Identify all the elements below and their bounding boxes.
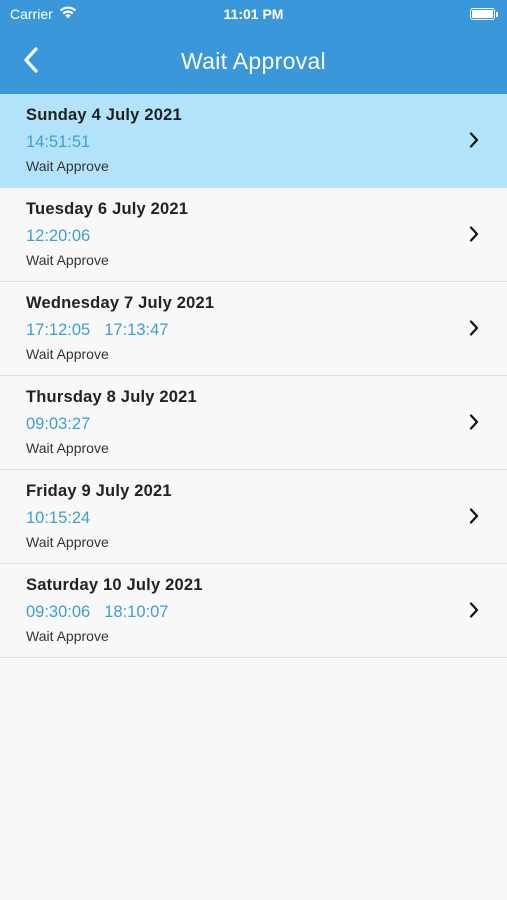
item-time: 12:20:06 (26, 227, 91, 245)
chevron-right-icon (467, 412, 481, 432)
chevron-left-icon (24, 47, 38, 73)
back-button[interactable] (16, 45, 46, 75)
item-date: Tuesday 6 July 2021 (26, 200, 189, 218)
item-date: Friday 9 July 2021 (26, 482, 172, 500)
list-item[interactable]: Wednesday 7 July 2021 17:12:05 17:13:47 … (0, 282, 507, 376)
item-date: Thursday 8 July 2021 (26, 388, 197, 406)
list-item[interactable]: Friday 9 July 2021 10:15:24 Wait Approve (0, 470, 507, 564)
wifi-icon (59, 6, 77, 22)
item-status: Wait Approve (26, 440, 109, 456)
list-item[interactable]: Thursday 8 July 2021 09:03:27 Wait Appro… (0, 376, 507, 470)
item-status: Wait Approve (26, 346, 109, 362)
item-time: 09:03:27 (26, 415, 91, 433)
item-status: Wait Approve (26, 534, 109, 550)
item-times: 10:15:24 (26, 509, 481, 528)
list-item[interactable]: Tuesday 6 July 2021 12:20:06 Wait Approv… (0, 188, 507, 282)
item-time: 10:15:24 (26, 509, 91, 527)
item-time: 18:10:07 (104, 603, 169, 621)
item-date: Sunday 4 July 2021 (26, 106, 182, 124)
status-bar-left: Carrier (10, 6, 77, 22)
item-time: 17:12:05 (26, 321, 91, 339)
item-status: Wait Approve (26, 158, 109, 174)
navigation-bar: Wait Approval (0, 28, 507, 94)
item-times: 12:20:06 (26, 227, 481, 246)
battery-icon (470, 8, 498, 20)
item-status: Wait Approve (26, 252, 109, 268)
page-title: Wait Approval (181, 47, 326, 74)
item-time: 17:13:47 (104, 321, 169, 339)
item-times: 09:30:06 18:10:07 (26, 603, 481, 622)
list-item[interactable]: Sunday 4 July 2021 14:51:51 Wait Approve (0, 94, 507, 188)
status-bar: Carrier 11:01 PM (0, 0, 507, 28)
list-item[interactable]: Saturday 10 July 2021 09:30:06 18:10:07 … (0, 564, 507, 658)
chevron-right-icon (467, 224, 481, 244)
item-times: 14:51:51 (26, 133, 481, 152)
item-times: 09:03:27 (26, 415, 481, 434)
chevron-right-icon (467, 600, 481, 620)
item-time: 14:51:51 (26, 133, 91, 151)
item-times: 17:12:05 17:13:47 (26, 321, 481, 340)
item-time: 09:30:06 (26, 603, 91, 621)
item-date: Saturday 10 July 2021 (26, 576, 203, 594)
chevron-right-icon (467, 506, 481, 526)
chevron-right-icon (467, 318, 481, 338)
chevron-right-icon (467, 130, 481, 150)
item-status: Wait Approve (26, 628, 109, 644)
item-date: Wednesday 7 July 2021 (26, 294, 215, 312)
approval-list: Sunday 4 July 2021 14:51:51 Wait Approve… (0, 94, 507, 658)
carrier-label: Carrier (10, 6, 53, 22)
